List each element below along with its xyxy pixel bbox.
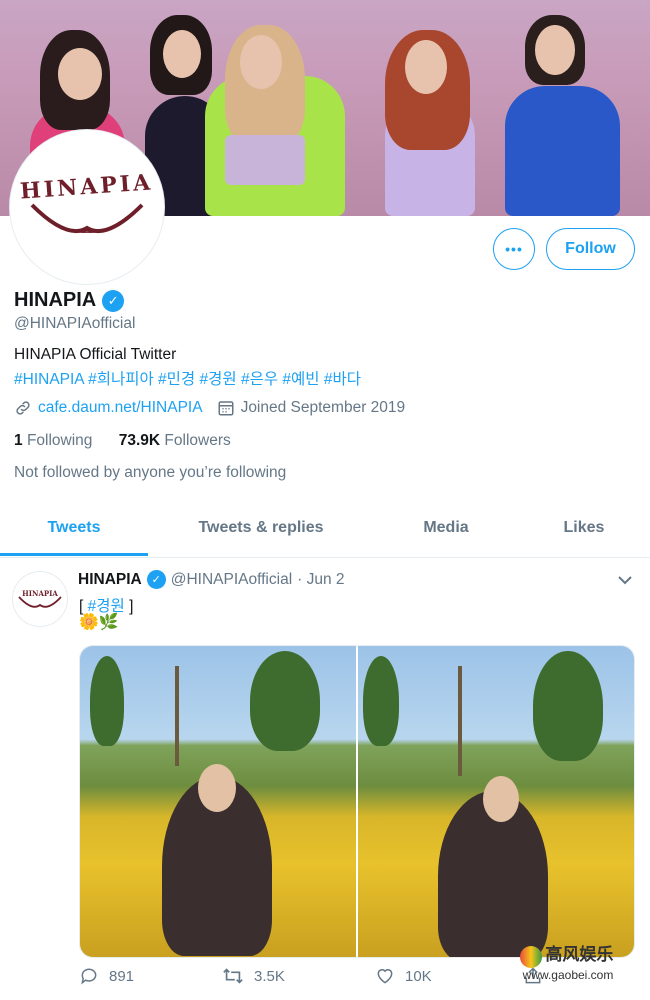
tweet-photo-2[interactable] bbox=[358, 646, 634, 957]
profile-meta: cafe.daum.net/HINAPIA Joined September 2… bbox=[14, 399, 405, 417]
not-followed-notice: Not followed by anyone you’re following bbox=[14, 464, 287, 481]
like-count: 10K bbox=[405, 967, 432, 985]
profile-tabs: Tweets Tweets & replies Media Likes bbox=[0, 500, 650, 558]
tab-tweets[interactable]: Tweets bbox=[0, 500, 148, 556]
reply-icon bbox=[81, 968, 97, 985]
photo-tree bbox=[533, 651, 603, 761]
tweet-photo-1[interactable] bbox=[80, 646, 356, 957]
heart-icon bbox=[377, 969, 393, 984]
profile-joined-date: Joined September 2019 bbox=[240, 399, 406, 416]
profile-display-name: HINAPIA bbox=[14, 289, 97, 311]
profile-website-link[interactable]: cafe.daum.net/HINAPIA bbox=[38, 399, 203, 417]
tweet-header: HINAPIA ✓ @HINAPIAofficial · Jun 2 bbox=[78, 570, 345, 589]
photo-tree bbox=[250, 651, 320, 751]
followers-count-link[interactable]: 73.9K Followers bbox=[119, 432, 231, 449]
link-icon bbox=[16, 401, 30, 415]
tweet-emoji: 🌼🌿 bbox=[79, 614, 119, 631]
tweet-author-handle[interactable]: @HINAPIAofficial bbox=[171, 571, 292, 589]
banner-figure-5 bbox=[505, 86, 620, 216]
avatar-wings-logo bbox=[30, 203, 144, 234]
chevron-down-icon[interactable] bbox=[618, 572, 632, 588]
watermark-url: www.gaobei.com bbox=[522, 967, 614, 982]
reply-button[interactable]: 891 bbox=[79, 966, 134, 986]
tweet-avatar-logo: HINAPIA bbox=[18, 589, 62, 608]
banner-figure-4-face bbox=[405, 40, 447, 94]
tweet-verified-icon: ✓ bbox=[146, 570, 166, 589]
tweet-author-name[interactable]: HINAPIA bbox=[78, 571, 142, 589]
photo-face bbox=[198, 764, 236, 812]
banner-figure-3-top bbox=[225, 135, 305, 185]
active-tab-indicator bbox=[0, 553, 148, 556]
profile-counts: 1 Following 73.9K Followers bbox=[14, 432, 231, 450]
watermark-logo-icon bbox=[520, 945, 542, 968]
profile-bio: HINAPIA Official Twitter bbox=[14, 346, 177, 363]
photo-trunk bbox=[458, 666, 462, 776]
retweet-button[interactable]: 3.5K bbox=[222, 966, 285, 986]
tab-likes[interactable]: Likes bbox=[530, 500, 638, 556]
banner-figure-1-face bbox=[58, 48, 102, 100]
tab-media[interactable]: Media bbox=[390, 500, 502, 556]
watermark-text: 高风娱乐 bbox=[545, 945, 614, 965]
photo-face bbox=[483, 776, 519, 822]
retweet-icon bbox=[223, 968, 243, 984]
more-options-button[interactable]: ••• bbox=[493, 228, 535, 270]
photo-trunk bbox=[175, 666, 179, 766]
reply-count: 891 bbox=[109, 967, 135, 985]
follow-button[interactable]: Follow bbox=[546, 228, 635, 270]
verified-badge-icon: ✓ bbox=[102, 289, 125, 312]
profile-avatar[interactable]: HINAPIA bbox=[10, 130, 164, 284]
svg-text:HINAPIA: HINAPIA bbox=[22, 589, 58, 598]
banner-figure-2-face bbox=[163, 30, 201, 78]
following-count-link[interactable]: 1 Following bbox=[14, 432, 92, 449]
banner-figure-5-face bbox=[535, 25, 575, 75]
watermark: 高风娱乐 www.gaobei.com bbox=[520, 940, 613, 982]
like-button[interactable]: 10K bbox=[375, 966, 432, 986]
tweet-media-grid bbox=[79, 645, 635, 958]
tweet-date[interactable]: · Jun 2 bbox=[297, 571, 344, 589]
profile-hashtags[interactable]: #HINAPIA #희나피아 #민경 #경원 #은우 #예빈 #바다 bbox=[14, 367, 361, 389]
calendar-icon bbox=[218, 401, 234, 416]
retweet-count: 3.5K bbox=[254, 967, 285, 985]
photo-tree bbox=[90, 656, 124, 746]
profile-name-row: HINAPIA ✓ bbox=[14, 289, 125, 312]
photo-tree bbox=[363, 656, 399, 746]
tab-tweets-and-replies[interactable]: Tweets & replies bbox=[168, 500, 354, 556]
profile-handle: @HINAPIAofficial bbox=[14, 315, 136, 332]
tweet-author-avatar[interactable]: HINAPIA bbox=[12, 571, 68, 627]
banner-figure-3-face bbox=[240, 35, 282, 89]
